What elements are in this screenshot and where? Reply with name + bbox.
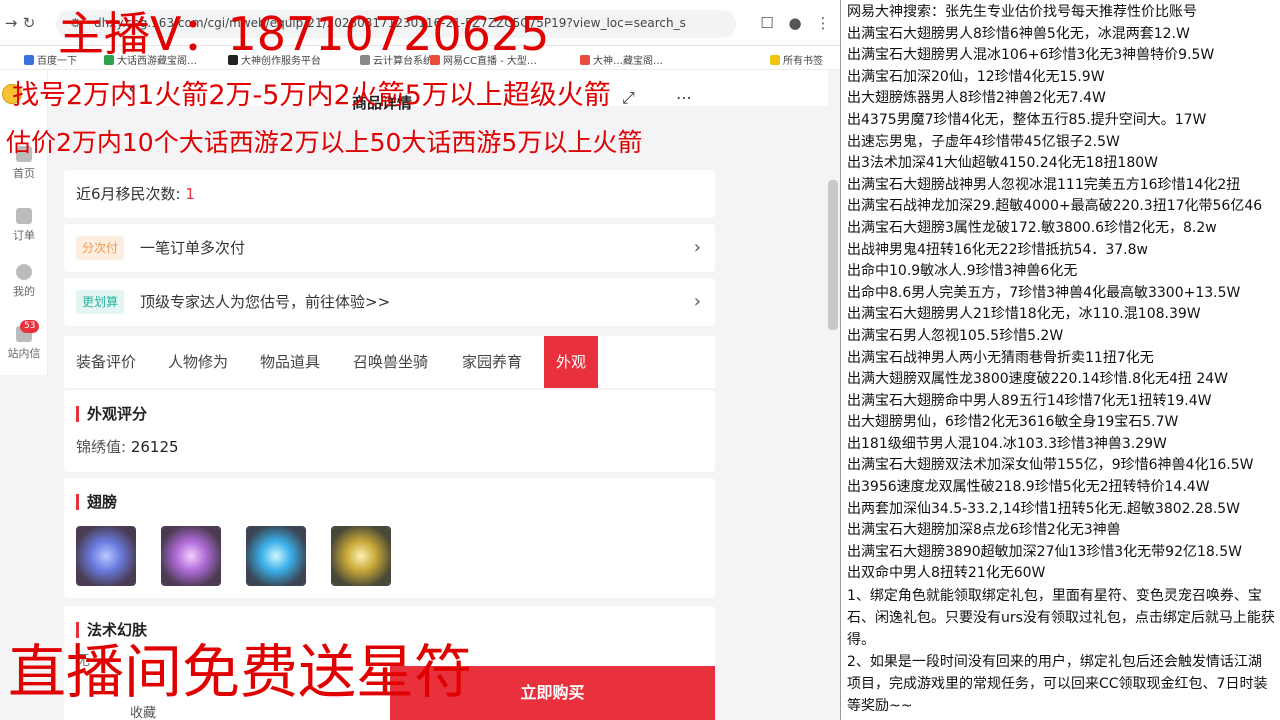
overlay-find-account: 找号2万内1火箭2万-5万内2火箭5万以上超级火箭 (12, 80, 611, 111)
listing-line: 出满宝石加深20仙，12珍惜4化无15.9W (847, 68, 1105, 85)
listing-line: 出满宝石大翅膀双法术加深女仙带155亿，9珍惜6神兽4化16.5W (847, 457, 1254, 474)
chevron-right-icon: › (693, 291, 701, 312)
appearance-section: 外观评分 锦绣值: 26125 (64, 390, 715, 472)
listing-line: 出满宝石大翅膀男人混冰106+6珍惜3化无3神兽特价9.5W (847, 47, 1215, 64)
tab-appearance[interactable]: 外观 (544, 336, 599, 388)
listing-line: 出3956速度龙双属性破218.9珍惜5化无2扭转特价14.4W (847, 479, 1210, 496)
listing-line: 出大翅膀男仙，6珍惜2化无3616敏全身19宝石5.7W (847, 414, 1179, 431)
listing-line: 出3法术加深41大仙超敏4150.24化无18扭180W (847, 155, 1158, 172)
listing-line: 出满大翅膀双属性龙3800速度破220.14珍惜.8化无4扭 24W (847, 371, 1228, 388)
wing-item[interactable] (246, 526, 306, 586)
listing-line: 出满宝石大翅膀男人21珍惜18化无，冰110.混108.39W (847, 306, 1201, 323)
wing-item[interactable] (76, 526, 136, 586)
baidu-icon (24, 55, 34, 65)
site-icon (580, 55, 590, 65)
note-paragraph: 2、如果是一段时间没有回来的用户，绑定礼包后还会触发情话江湖项目，完成游戏里的常… (847, 654, 1268, 715)
listing-line: 出满宝石大翅膀3890超敏加深27仙13珍惜3化无带92亿18.5W (847, 543, 1242, 560)
listing-line: 出4375男魔7珍惜4化无，整体五行85.提升空间大。17W (847, 111, 1207, 128)
listing-line: 出181级细节男人混104.冰103.3珍惜3神兽3.29W (847, 435, 1167, 452)
forward-icon[interactable]: → (2, 14, 20, 32)
listing-line: 出满宝石大翅膀加深8点龙6珍惜2化无3神兽 (847, 522, 1121, 539)
profile-icon[interactable]: ● (786, 14, 804, 32)
wings-section: 翅膀 (64, 478, 715, 598)
estimate-text: 顶级专家达人为您估号，前往体验>> (140, 293, 391, 311)
inbox-badge: 53 (20, 320, 40, 333)
extensions-icon[interactable]: ☐ (758, 14, 776, 32)
migration-row: 近6月移民次数: 1 (64, 170, 715, 218)
listing-line: 出大翅膀炼器男人8珍惜2神兽2化无7.4W (847, 90, 1106, 107)
user-icon (16, 264, 32, 280)
account-list-panel: 网易大神搜索：张先生专业估价找号每天推荐性价比账号 出满宝石大翅膀男人8珍惜6神… (840, 0, 1280, 720)
listing-line: 出满宝石大翅膀男人8珍惜6神兽5化无，冰混两套12.W (847, 25, 1190, 42)
more-icon[interactable]: ⋯ (676, 88, 692, 107)
chevron-right-icon: › (693, 237, 701, 258)
tab-character[interactable]: 人物修为 (168, 336, 228, 388)
listing-line: 出满宝石大翅膀战神男人忽视冰混111完美五方16珍惜14化2扭 (847, 176, 1241, 193)
wing-item[interactable] (331, 526, 391, 586)
estimate-row[interactable]: 更划算 顶级专家达人为您估号，前往体验>> › (64, 278, 715, 326)
screen: → ↻ ⚙ dhxy.cbg.163.com/cgi/mweb/equip/21… (0, 0, 1280, 720)
listing-line: 出满宝石男人忽视105.5珍惜5.2W (847, 327, 1064, 344)
folder-icon (770, 55, 780, 65)
migration-label: 近6月移民次数: (76, 185, 181, 203)
wing-item[interactable] (161, 526, 221, 586)
installment-text: 一笔订单多次付 (140, 239, 246, 257)
appearance-title: 外观评分 (76, 406, 147, 422)
product-page: ‹ 商品详情 ⤢ ⋯ 首页 订单 我的 53 站内信 近6月移民次数: 1 分次… (0, 70, 840, 720)
listing-line: 出满宝石大翅膀命中男人89五行14珍惜7化无1扭转19.4W (847, 392, 1212, 409)
share-icon[interactable]: ⤢ (622, 88, 635, 108)
installment-row[interactable]: 分次付 一笔订单多次付 › (64, 224, 715, 272)
tab-pets[interactable]: 召唤兽坐骑 (353, 336, 428, 388)
note-paragraph: 1、绑定角色就能领取绑定礼包，里面有星符、变色灵宠召唤券、宝石、闲逸礼包。只要没… (847, 588, 1275, 649)
overlay-estimate: 估价2万内10个大话西游2万以上50大话西游5万以上火箭 (6, 128, 643, 157)
listing-line: 出命中8.6男人完美五方，7珍惜3神兽4化最高敏3300+13.5W (847, 284, 1241, 301)
reload-icon[interactable]: ↻ (20, 14, 38, 32)
overlay-free-gift: 直播间免费送星符 (8, 638, 473, 706)
bookmark-all[interactable]: 所有书签 (770, 52, 823, 67)
nav-orders[interactable]: 订单 (0, 208, 48, 243)
listing-line: 出满宝石战神龙加深29.超敏4000+最高破220.3扭17化带56亿46 (847, 198, 1263, 215)
menu-icon[interactable]: ⋮ (814, 14, 832, 32)
listing-line: 出速忘男鬼，子虚年4珍惜带45亿银子2.5W (847, 133, 1120, 150)
tab-items[interactable]: 物品道具 (260, 336, 320, 388)
listing-line: 出两套加深仙34.5-33.2,14珍惜1扭转5化无.超敏3802.28.5W (847, 500, 1241, 517)
tab-home[interactable]: 家园养育 (462, 336, 522, 388)
appearance-value: 26125 (130, 438, 179, 456)
listing-line: 出满宝石大翅膀3属性龙破172.敏3800.6珍惜2化无，8.2w (847, 219, 1217, 236)
panel-header: 网易大神搜索：张先生专业估价找号每天推荐性价比账号 (847, 4, 1197, 20)
listing-line: 出双命中男人8扭转21化无60W (847, 565, 1046, 582)
order-icon (16, 208, 32, 224)
scrollbar-thumb[interactable] (828, 180, 838, 330)
listing-line: 出满宝石战神男人两小无猜雨巷骨折卖11扭7化无 (847, 349, 1154, 366)
bookmark-item[interactable]: 大神…藏宝阁… (580, 52, 663, 67)
wings-title: 翅膀 (76, 494, 117, 510)
listing-line: 出战神男鬼4扭转16化无22珍惜抵抗54．37.8w (847, 241, 1148, 258)
tab-equipment[interactable]: 装备评价 (76, 336, 136, 388)
nav-me[interactable]: 我的 (0, 264, 48, 299)
side-nav: 首页 订单 我的 53 站内信 (0, 70, 48, 375)
appearance-label: 锦绣值: (76, 438, 127, 456)
installment-tag: 分次付 (76, 236, 125, 260)
migration-value: 1 (185, 185, 195, 203)
listing-line: 出命中10.9敏冰人.9珍惜3神兽6化无 (847, 263, 1078, 280)
detail-tabs: 装备评价 人物修为 物品道具 召唤兽坐骑 家园养育 外观 (64, 336, 715, 388)
listing-list: 出满宝石大翅膀男人8珍惜6神兽5化无，冰混两套12.W 出满宝石大翅膀男人混冰10… (847, 24, 1280, 585)
overlay-host-contact: 主播V：18710720625 (58, 7, 550, 61)
estimate-tag: 更划算 (76, 290, 125, 314)
nav-inbox[interactable]: 53 站内信 (0, 320, 48, 361)
